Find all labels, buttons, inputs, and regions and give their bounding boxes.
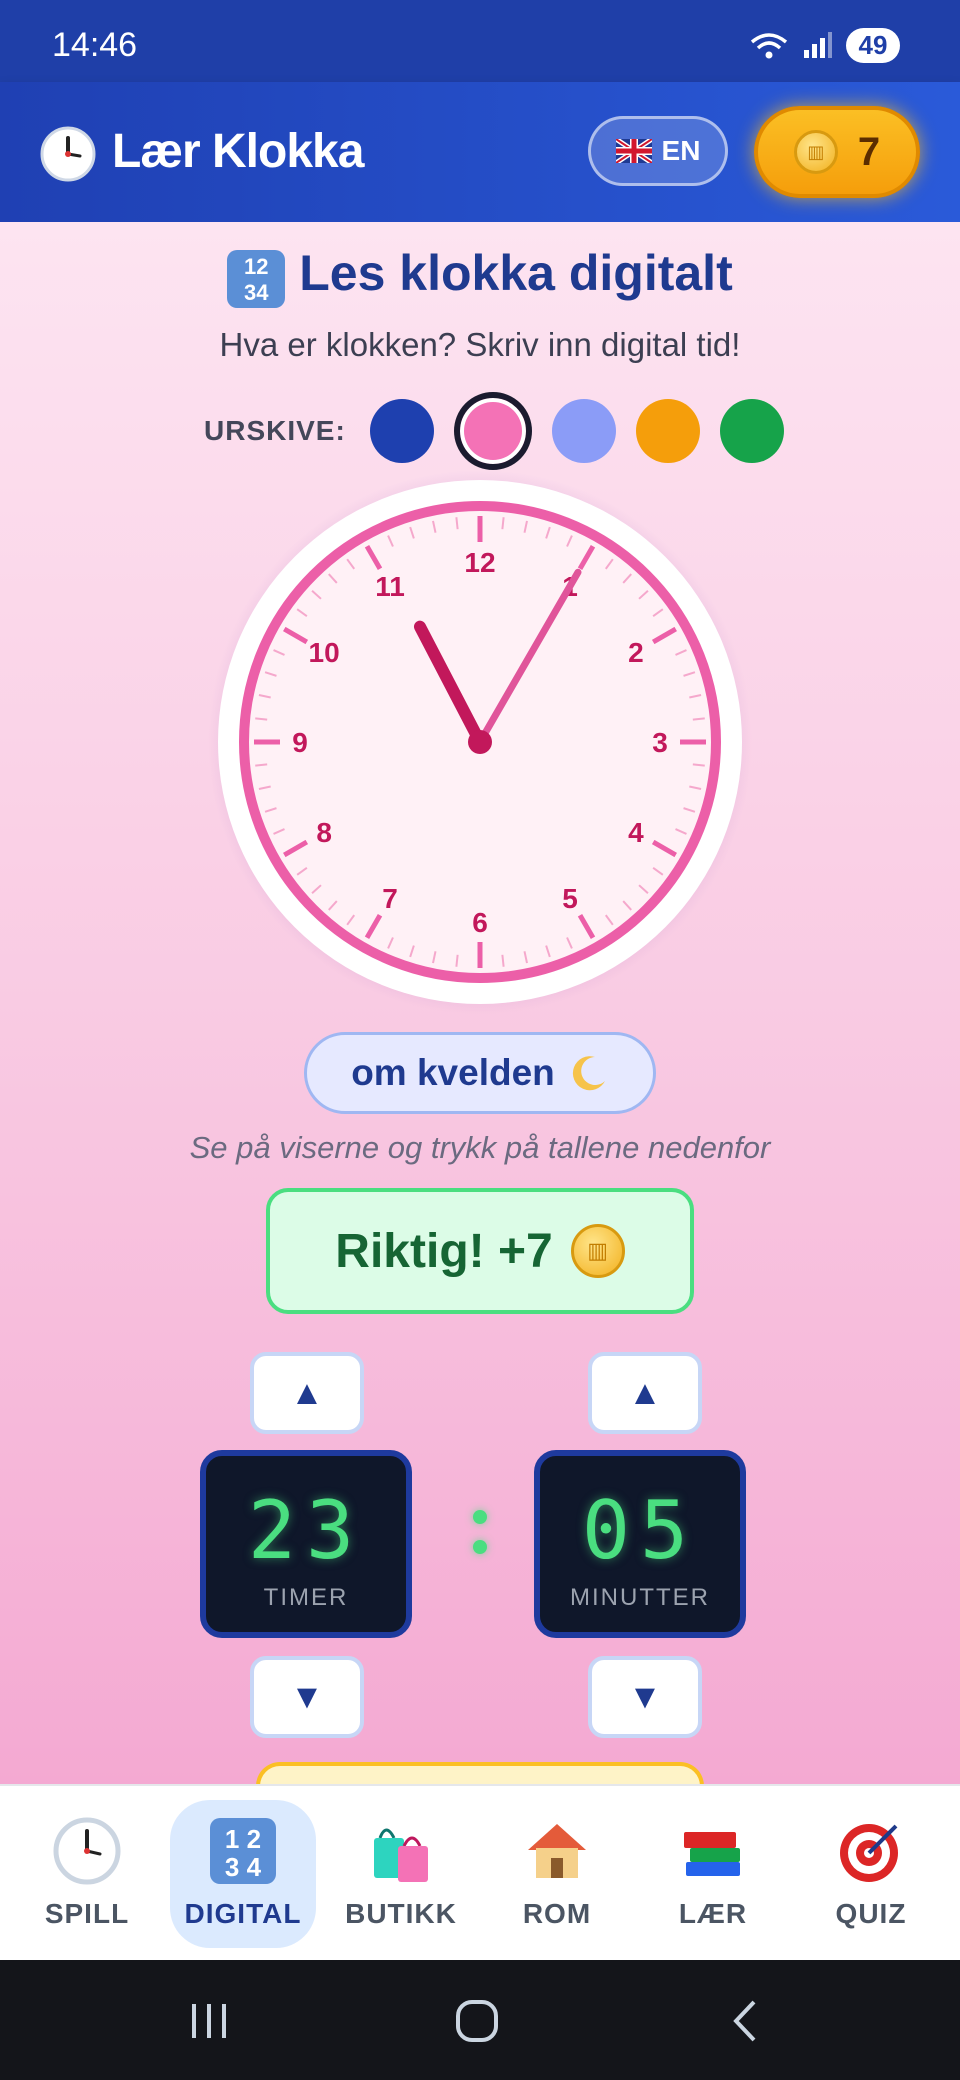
bottom-navigation: SPILL 1 2 3 4 DIGITAL BUTIKK ROM LÆR QUI…: [0, 1784, 960, 1962]
coins-balance-button[interactable]: ▥ 7: [754, 106, 920, 198]
result-banner: Riktig! +7 ▥: [266, 1188, 694, 1314]
dial-color-blue[interactable]: [369, 399, 434, 463]
coin-icon: ▥: [793, 130, 838, 174]
minutes-up-button[interactable]: ▲: [588, 1352, 702, 1434]
minute-tick: [255, 763, 268, 767]
period-toggle-button[interactable]: om kvelden: [304, 1032, 656, 1114]
clock-number: 2: [628, 637, 644, 668]
language-label: EN: [661, 135, 701, 166]
target-icon: [840, 1824, 898, 1882]
hours-display: 23 TIMER: [200, 1450, 412, 1638]
minutes-display: 05 MINUTTER: [534, 1450, 746, 1638]
nav-item-spill[interactable]: SPILL: [14, 1800, 160, 1948]
nav-item-digital[interactable]: 1 2 3 4 DIGITAL: [170, 1800, 316, 1948]
house-icon: [528, 1824, 586, 1878]
minutes-down-button[interactable]: ▼: [588, 1656, 702, 1738]
nav-item-rom[interactable]: ROM: [484, 1800, 630, 1948]
nav-label: ROM: [522, 1898, 592, 1929]
home-icon[interactable]: [452, 1996, 502, 2046]
clock-number: 12: [464, 547, 495, 578]
nav-item-laer[interactable]: LÆR: [640, 1800, 786, 1948]
svg-text:3 4: 3 4: [225, 1852, 262, 1882]
battery-indicator: 49: [846, 28, 900, 63]
hours-down-button[interactable]: ▼: [250, 1656, 364, 1738]
clock-number: 5: [562, 883, 578, 914]
coin-icon: ▥: [570, 1224, 625, 1278]
status-icons: 49: [750, 28, 900, 63]
result-text: Riktig! +7: [335, 1224, 553, 1278]
svg-text:1 2: 1 2: [225, 1824, 261, 1854]
nav-label: DIGITAL: [184, 1898, 302, 1929]
analog-clock: 121234567891011: [208, 470, 752, 1014]
clock-number: 8: [316, 817, 332, 848]
clock-center: [468, 730, 492, 754]
signal-icon: [804, 31, 832, 58]
dial-color-label: URSKIVE:: [204, 415, 346, 446]
language-button[interactable]: EN: [588, 116, 728, 186]
minute-tick: [455, 517, 459, 530]
clock-icon: [53, 1817, 121, 1885]
subtitle: Hva er klokken? Skriv inn digital tid!: [219, 326, 741, 363]
clock-number: 6: [472, 907, 488, 938]
app-header: Lær Klokka EN ▥ 7: [0, 82, 960, 222]
clock-number: 3: [652, 727, 668, 758]
page-title-text: Les klokka digitalt: [299, 245, 733, 301]
minute-tick: [501, 517, 505, 530]
nav-label: LÆR: [678, 1898, 748, 1929]
hours-up-button[interactable]: ▲: [250, 1352, 364, 1434]
system-navigation-bar: [0, 1960, 960, 2080]
clock-number: 4: [628, 817, 644, 848]
minute-tick: [255, 717, 268, 721]
dial-color-green[interactable]: [719, 399, 784, 463]
wifi-icon: [750, 32, 788, 58]
hours-label: TIMER: [263, 1584, 349, 1611]
minutes-value: 05: [581, 1484, 699, 1577]
nav-label: QUIZ: [835, 1898, 907, 1929]
status-time: 14:46: [52, 26, 138, 64]
dial-color-picker: URSKIVE:: [204, 392, 784, 470]
dial-color-orange[interactable]: [635, 399, 700, 463]
dial-color-lavender[interactable]: [551, 399, 616, 463]
minutes-label: MINUTTER: [570, 1584, 710, 1611]
hint-text: Se på viserne og trykk på tallene nedenf…: [189, 1130, 771, 1165]
minute-tick: [692, 717, 705, 721]
clock-logo-icon: [40, 126, 96, 182]
moon-icon: [572, 1056, 605, 1091]
dial-color-pink[interactable]: [453, 392, 532, 470]
uk-flag-icon: [615, 139, 652, 163]
back-icon[interactable]: [722, 1996, 772, 2046]
main-content: 12 34 Les klokka digitalt Hva er klokken? …: [0, 222, 960, 1802]
minute-tick: [455, 954, 459, 967]
clock-number: 7: [382, 883, 398, 914]
nav-label: BUTIKK: [345, 1898, 457, 1929]
time-separator: [466, 1502, 494, 1562]
coins-count: 7: [857, 129, 881, 174]
books-icon: [684, 1832, 740, 1876]
recent-apps-icon[interactable]: [184, 1996, 234, 2046]
clock-number: 10: [309, 637, 340, 668]
clock-number: 9: [292, 727, 308, 758]
numbers-icon: 12 34: [227, 250, 286, 308]
clock-number: 11: [375, 571, 405, 602]
status-bar: 14:46 49: [0, 0, 960, 82]
numbers-icon: 1 2 3 4: [210, 1818, 276, 1884]
period-label: om kvelden: [351, 1052, 555, 1093]
hours-value: 23: [247, 1484, 365, 1577]
minute-tick: [501, 954, 505, 967]
nav-item-butikk[interactable]: BUTIKK: [328, 1800, 474, 1948]
app-title: Lær Klokka: [112, 125, 364, 178]
minute-tick: [692, 763, 705, 767]
shopping-bags-icon: [374, 1828, 428, 1882]
nav-label: SPILL: [44, 1898, 130, 1929]
nav-item-quiz[interactable]: QUIZ: [798, 1800, 944, 1948]
page-title: 12 34 Les klokka digitalt: [0, 244, 960, 308]
